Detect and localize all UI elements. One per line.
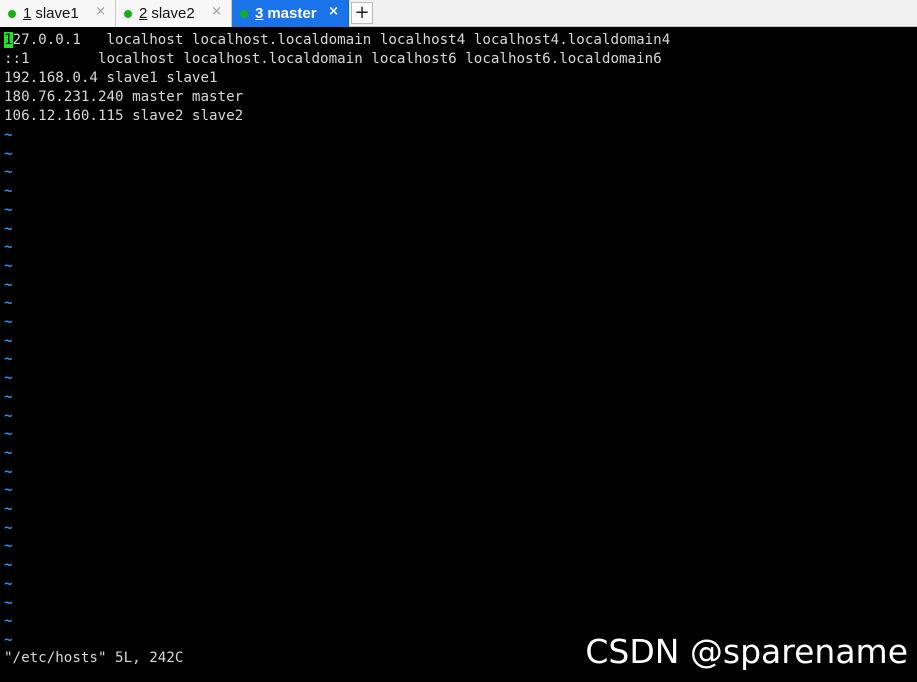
- tilde-marker: ~: [4, 407, 13, 424]
- tilde-marker: ~: [4, 538, 13, 555]
- watermark: CSDN @sparename: [585, 632, 908, 671]
- connected-dot-icon: [124, 9, 132, 18]
- tab-label: master: [267, 5, 317, 22]
- tab-number: 3: [255, 5, 264, 22]
- tilde-marker: ~: [4, 314, 13, 330]
- hosts-line-5: 106.12.160.115 slave2 slave2: [4, 108, 244, 124]
- tilde-marker: ~: [4, 463, 13, 480]
- tilde-marker: ~: [4, 257, 13, 274]
- hosts-line-1: 127.0.0.1 localhost localhost.localdomai…: [4, 32, 671, 48]
- tab-slave1[interactable]: 1 slave1 ×: [0, 0, 116, 27]
- tab-number: 2: [139, 5, 148, 22]
- tilde-marker: ~: [4, 557, 13, 574]
- close-icon[interactable]: ×: [211, 4, 222, 19]
- vim-status-line: "/etc/hosts" 5L, 242C: [4, 650, 184, 666]
- connected-dot-icon: [240, 9, 248, 18]
- tilde-marker: ~: [4, 575, 13, 592]
- tilde-marker: ~: [4, 613, 13, 630]
- tilde-marker: ~: [4, 201, 13, 218]
- tab-master[interactable]: 3 master ×: [232, 0, 349, 27]
- tab-bar: 1 slave1 × 2 slave2 × 3 master × +: [0, 0, 917, 27]
- tilde-marker: ~: [4, 332, 13, 349]
- tilde-marker: ~: [4, 164, 13, 181]
- text-cursor: 1: [4, 32, 13, 48]
- tab-number: 1: [23, 5, 32, 22]
- tilde-marker: ~: [4, 501, 13, 517]
- close-icon[interactable]: ×: [95, 4, 106, 19]
- new-tab-button[interactable]: +: [351, 2, 373, 24]
- tilde-marker: ~: [4, 631, 13, 648]
- hosts-line-2: ::1 localhost localhost.localdomain loca…: [4, 51, 662, 67]
- tilde-marker: ~: [4, 444, 13, 461]
- close-icon[interactable]: ×: [328, 4, 339, 19]
- tilde-marker: ~: [4, 145, 13, 162]
- tilde-marker: ~: [4, 276, 13, 293]
- tilde-marker: ~: [4, 370, 13, 387]
- terminal-screen[interactable]: 127.0.0.1 localhost localhost.localdomai…: [0, 27, 917, 682]
- tilde-marker: ~: [4, 127, 13, 143]
- tab-slave2[interactable]: 2 slave2 ×: [116, 0, 232, 27]
- connected-dot-icon: [8, 9, 16, 18]
- tilde-marker: ~: [4, 220, 13, 237]
- tab-label: slave2: [151, 5, 195, 22]
- tilde-marker: ~: [4, 594, 13, 611]
- hosts-line-3: 192.168.0.4 slave1 slave1: [4, 70, 218, 86]
- tilde-marker: ~: [4, 295, 13, 312]
- tilde-marker: ~: [4, 239, 13, 256]
- tilde-marker: ~: [4, 183, 13, 200]
- hosts-line-4: 180.76.231.240 master master: [4, 89, 244, 105]
- tilde-marker: ~: [4, 519, 13, 536]
- tilde-marker: ~: [4, 426, 13, 443]
- tilde-marker: ~: [4, 388, 13, 405]
- tilde-marker: ~: [4, 482, 13, 499]
- tilde-marker: ~: [4, 351, 13, 368]
- tab-label: slave1: [35, 5, 79, 22]
